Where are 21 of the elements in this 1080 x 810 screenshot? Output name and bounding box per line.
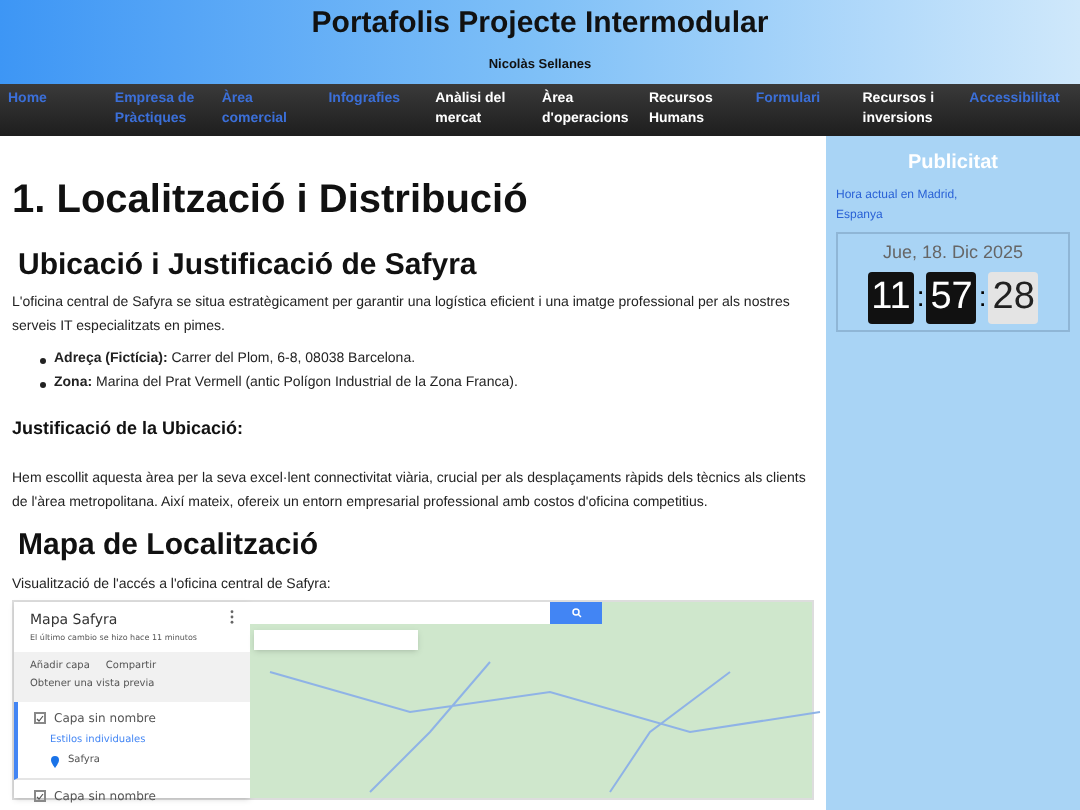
clock-separator: :: [978, 278, 987, 316]
clock-hours: 11: [867, 271, 915, 323]
clock-seconds: 28: [988, 271, 1039, 323]
map-pin-icon: [50, 755, 60, 768]
sidebar-title: Publicitat: [907, 150, 998, 178]
page-heading: 1. Localització i Distribució: [12, 176, 530, 224]
clock-minutes: 57: [926, 271, 977, 323]
layer-checkbox[interactable]: [34, 712, 46, 724]
site-title: Portafolis Projecte Intermodular: [311, 4, 769, 44]
clock-separator: :: [916, 278, 925, 316]
checkmark-icon: [36, 713, 44, 723]
bullet-icon: [40, 381, 46, 387]
bullet-icon: [40, 357, 46, 363]
map-heading: Mapa de Localització: [18, 527, 321, 563]
layer-checkbox[interactable]: [34, 790, 46, 802]
justification-heading: Justificació de la Ubicació:: [12, 416, 246, 442]
map-search-field[interactable]: [250, 602, 550, 624]
search-icon: [571, 608, 581, 618]
clock-date: Jue, 18. Dic 2025: [882, 240, 1024, 266]
checkmark-icon: [36, 791, 44, 801]
section-heading: Ubicació i Justificació de Safyra: [18, 248, 479, 284]
